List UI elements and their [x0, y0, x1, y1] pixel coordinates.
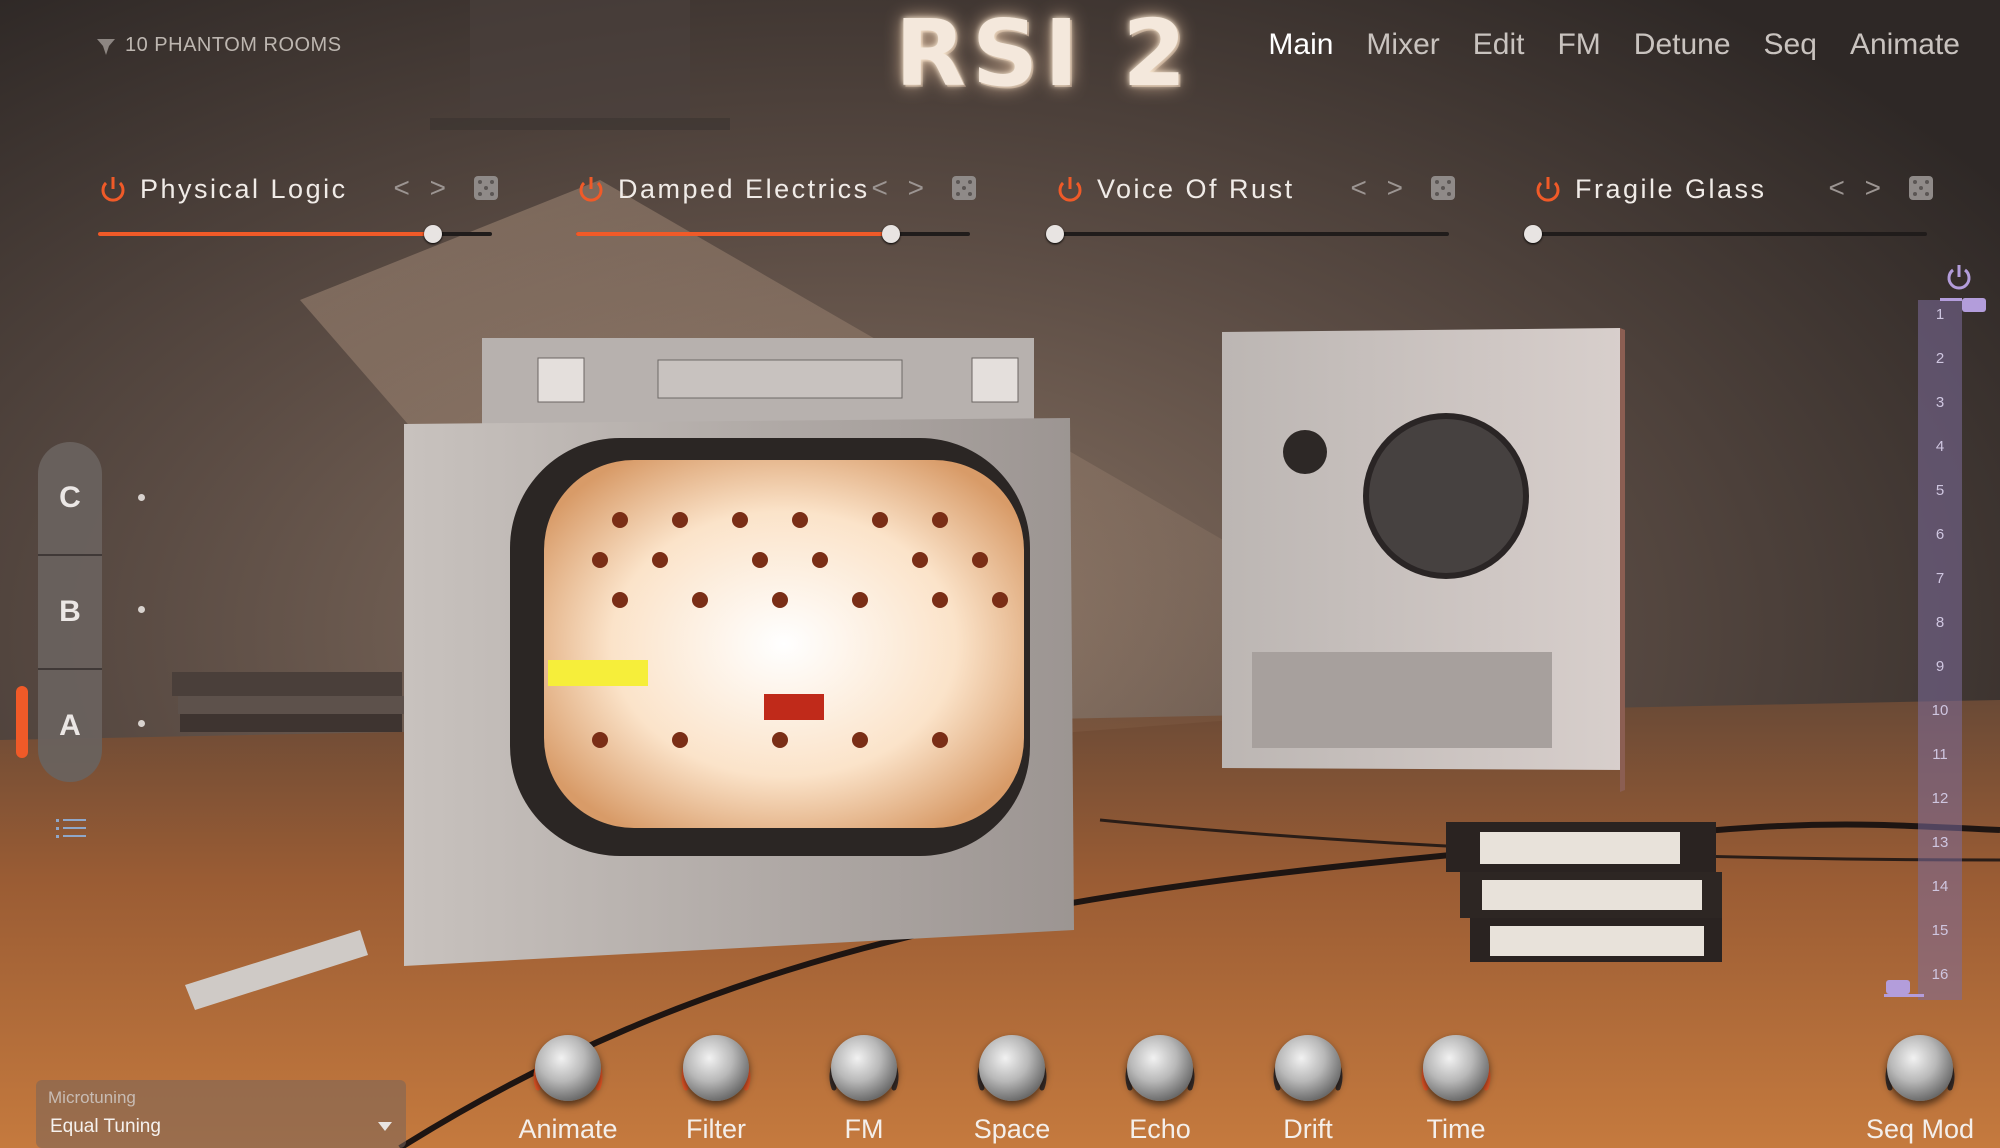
power-icon[interactable]: [576, 174, 606, 204]
knob-label: Animate: [518, 1114, 618, 1144]
brand-name: 10 PHANTOM ROOMS: [125, 34, 342, 56]
knob-label: Echo: [1129, 1114, 1191, 1144]
knob-label: Drift: [1283, 1114, 1333, 1144]
dice-icon[interactable]: [1909, 176, 1933, 200]
layer-name-physical-logic[interactable]: Physical Logic: [140, 174, 348, 205]
tab-seq[interactable]: Seq: [1764, 28, 1817, 62]
knob-dial[interactable]: [831, 1035, 897, 1101]
seq-step-2[interactable]: 2: [1918, 350, 1962, 367]
knob-dial[interactable]: [683, 1035, 749, 1101]
seq-step-6[interactable]: 6: [1918, 526, 1962, 543]
abc-selector: C B A: [38, 442, 102, 782]
layer-volume-slider[interactable]: [1524, 225, 1927, 243]
layer-name-voice-of-rust[interactable]: Voice Of Rust: [1097, 174, 1295, 205]
tab-edit[interactable]: Edit: [1473, 28, 1525, 62]
slot-c-indicator: [138, 494, 145, 501]
knob-dial[interactable]: [1275, 1035, 1341, 1101]
tab-main[interactable]: Main: [1268, 28, 1333, 62]
knob-filter[interactable]: Filter: [656, 1024, 776, 1148]
layer-volume-slider[interactable]: [1046, 225, 1449, 243]
layer-volume-slider[interactable]: [98, 225, 492, 243]
seq-step-3[interactable]: 3: [1918, 394, 1962, 411]
knob-drift[interactable]: Drift: [1248, 1024, 1368, 1148]
layer-volume-slider[interactable]: [576, 225, 970, 243]
seq-step-13[interactable]: 13: [1918, 834, 1962, 851]
knob-label: FM: [844, 1114, 884, 1144]
slider-thumb[interactable]: [882, 225, 901, 243]
seq-step-4[interactable]: 4: [1918, 438, 1962, 455]
slider-thumb[interactable]: [1046, 225, 1064, 243]
knob-seq-mod[interactable]: Seq Mod: [1860, 1024, 1980, 1148]
slot-a-indicator: [138, 720, 145, 727]
seq-step-15[interactable]: 15: [1918, 922, 1962, 939]
seq-step-1[interactable]: 1: [1918, 306, 1962, 323]
microtuning-select[interactable]: Microtuning Equal Tuning: [36, 1080, 406, 1148]
layer-3: Voice Of Rust < >: [1046, 170, 1455, 250]
power-icon[interactable]: [98, 174, 128, 204]
seq-step-10[interactable]: 10: [1918, 702, 1962, 719]
prev-next-icon[interactable]: < >: [1351, 172, 1409, 204]
seq-step-11[interactable]: 11: [1918, 746, 1962, 763]
knob-dial[interactable]: [1423, 1035, 1489, 1101]
slot-a[interactable]: A: [38, 670, 102, 782]
knob-label: Seq Mod: [1865, 1114, 1975, 1144]
slot-b[interactable]: B: [38, 556, 102, 668]
knob-dial[interactable]: [535, 1035, 601, 1101]
seq-step-12[interactable]: 12: [1918, 790, 1962, 807]
knob-time[interactable]: Time: [1396, 1024, 1516, 1148]
power-icon[interactable]: [1055, 174, 1085, 204]
layer-1: Physical Logic < >: [98, 170, 498, 250]
phantom-rooms-logo-icon: [97, 38, 115, 55]
slot-b-indicator: [138, 606, 145, 613]
microtuning-label: Microtuning: [48, 1088, 136, 1107]
prev-next-icon[interactable]: < >: [872, 172, 930, 204]
seq-step-9[interactable]: 9: [1918, 658, 1962, 675]
slot-c[interactable]: C: [38, 442, 102, 554]
seq-step-8[interactable]: 8: [1918, 614, 1962, 631]
layer-2: Damped Electrics < >: [576, 170, 976, 250]
tab-mixer[interactable]: Mixer: [1366, 28, 1439, 62]
list-icon[interactable]: [56, 818, 86, 840]
knob-dial[interactable]: [1127, 1035, 1193, 1101]
tab-animate[interactable]: Animate: [1850, 28, 1960, 62]
layer-name-fragile-glass[interactable]: Fragile Glass: [1575, 174, 1767, 205]
seq-step-14[interactable]: 14: [1918, 878, 1962, 895]
slider-thumb[interactable]: [423, 225, 442, 243]
prev-next-icon[interactable]: < >: [1829, 172, 1887, 204]
seq-start-handle[interactable]: [1962, 298, 1986, 312]
seq-step-5[interactable]: 5: [1918, 482, 1962, 499]
layer-4: Fragile Glass < >: [1524, 170, 1933, 250]
selected-slot-marker[interactable]: [16, 686, 28, 758]
knob-dial[interactable]: [1887, 1035, 1953, 1101]
chevron-down-icon: [378, 1122, 392, 1131]
seq-step-7[interactable]: 7: [1918, 570, 1962, 587]
dice-icon[interactable]: [1431, 176, 1455, 200]
dice-icon[interactable]: [952, 176, 976, 200]
knob-fm[interactable]: FM: [804, 1024, 924, 1148]
prev-next-icon[interactable]: < >: [394, 172, 452, 204]
dice-icon[interactable]: [474, 176, 498, 200]
tab-detune[interactable]: Detune: [1634, 28, 1731, 62]
seq-step-16[interactable]: 16: [1918, 966, 1962, 983]
microtuning-value: Equal Tuning: [50, 1116, 161, 1137]
slider-thumb[interactable]: [1524, 225, 1542, 243]
knob-animate[interactable]: Animate: [508, 1024, 628, 1148]
seq-end-handle[interactable]: [1886, 980, 1910, 994]
knob-label: Time: [1426, 1114, 1486, 1144]
tab-fm[interactable]: FM: [1557, 28, 1600, 62]
seq-power-icon[interactable]: [1944, 262, 1974, 292]
knob-label: Filter: [686, 1114, 746, 1144]
knob-echo[interactable]: Echo: [1100, 1024, 1220, 1148]
brand: 10 PHANTOM ROOMS: [95, 34, 342, 57]
product-title: RSI 2: [895, 0, 1193, 107]
knob-label: Space: [973, 1114, 1051, 1144]
knob-dial[interactable]: [979, 1035, 1045, 1101]
power-icon[interactable]: [1533, 174, 1563, 204]
knob-space[interactable]: Space: [952, 1024, 1072, 1148]
main-nav: Main Mixer Edit FM Detune Seq Animate: [1268, 28, 1960, 62]
layer-name-damped-electrics[interactable]: Damped Electrics: [618, 174, 870, 205]
